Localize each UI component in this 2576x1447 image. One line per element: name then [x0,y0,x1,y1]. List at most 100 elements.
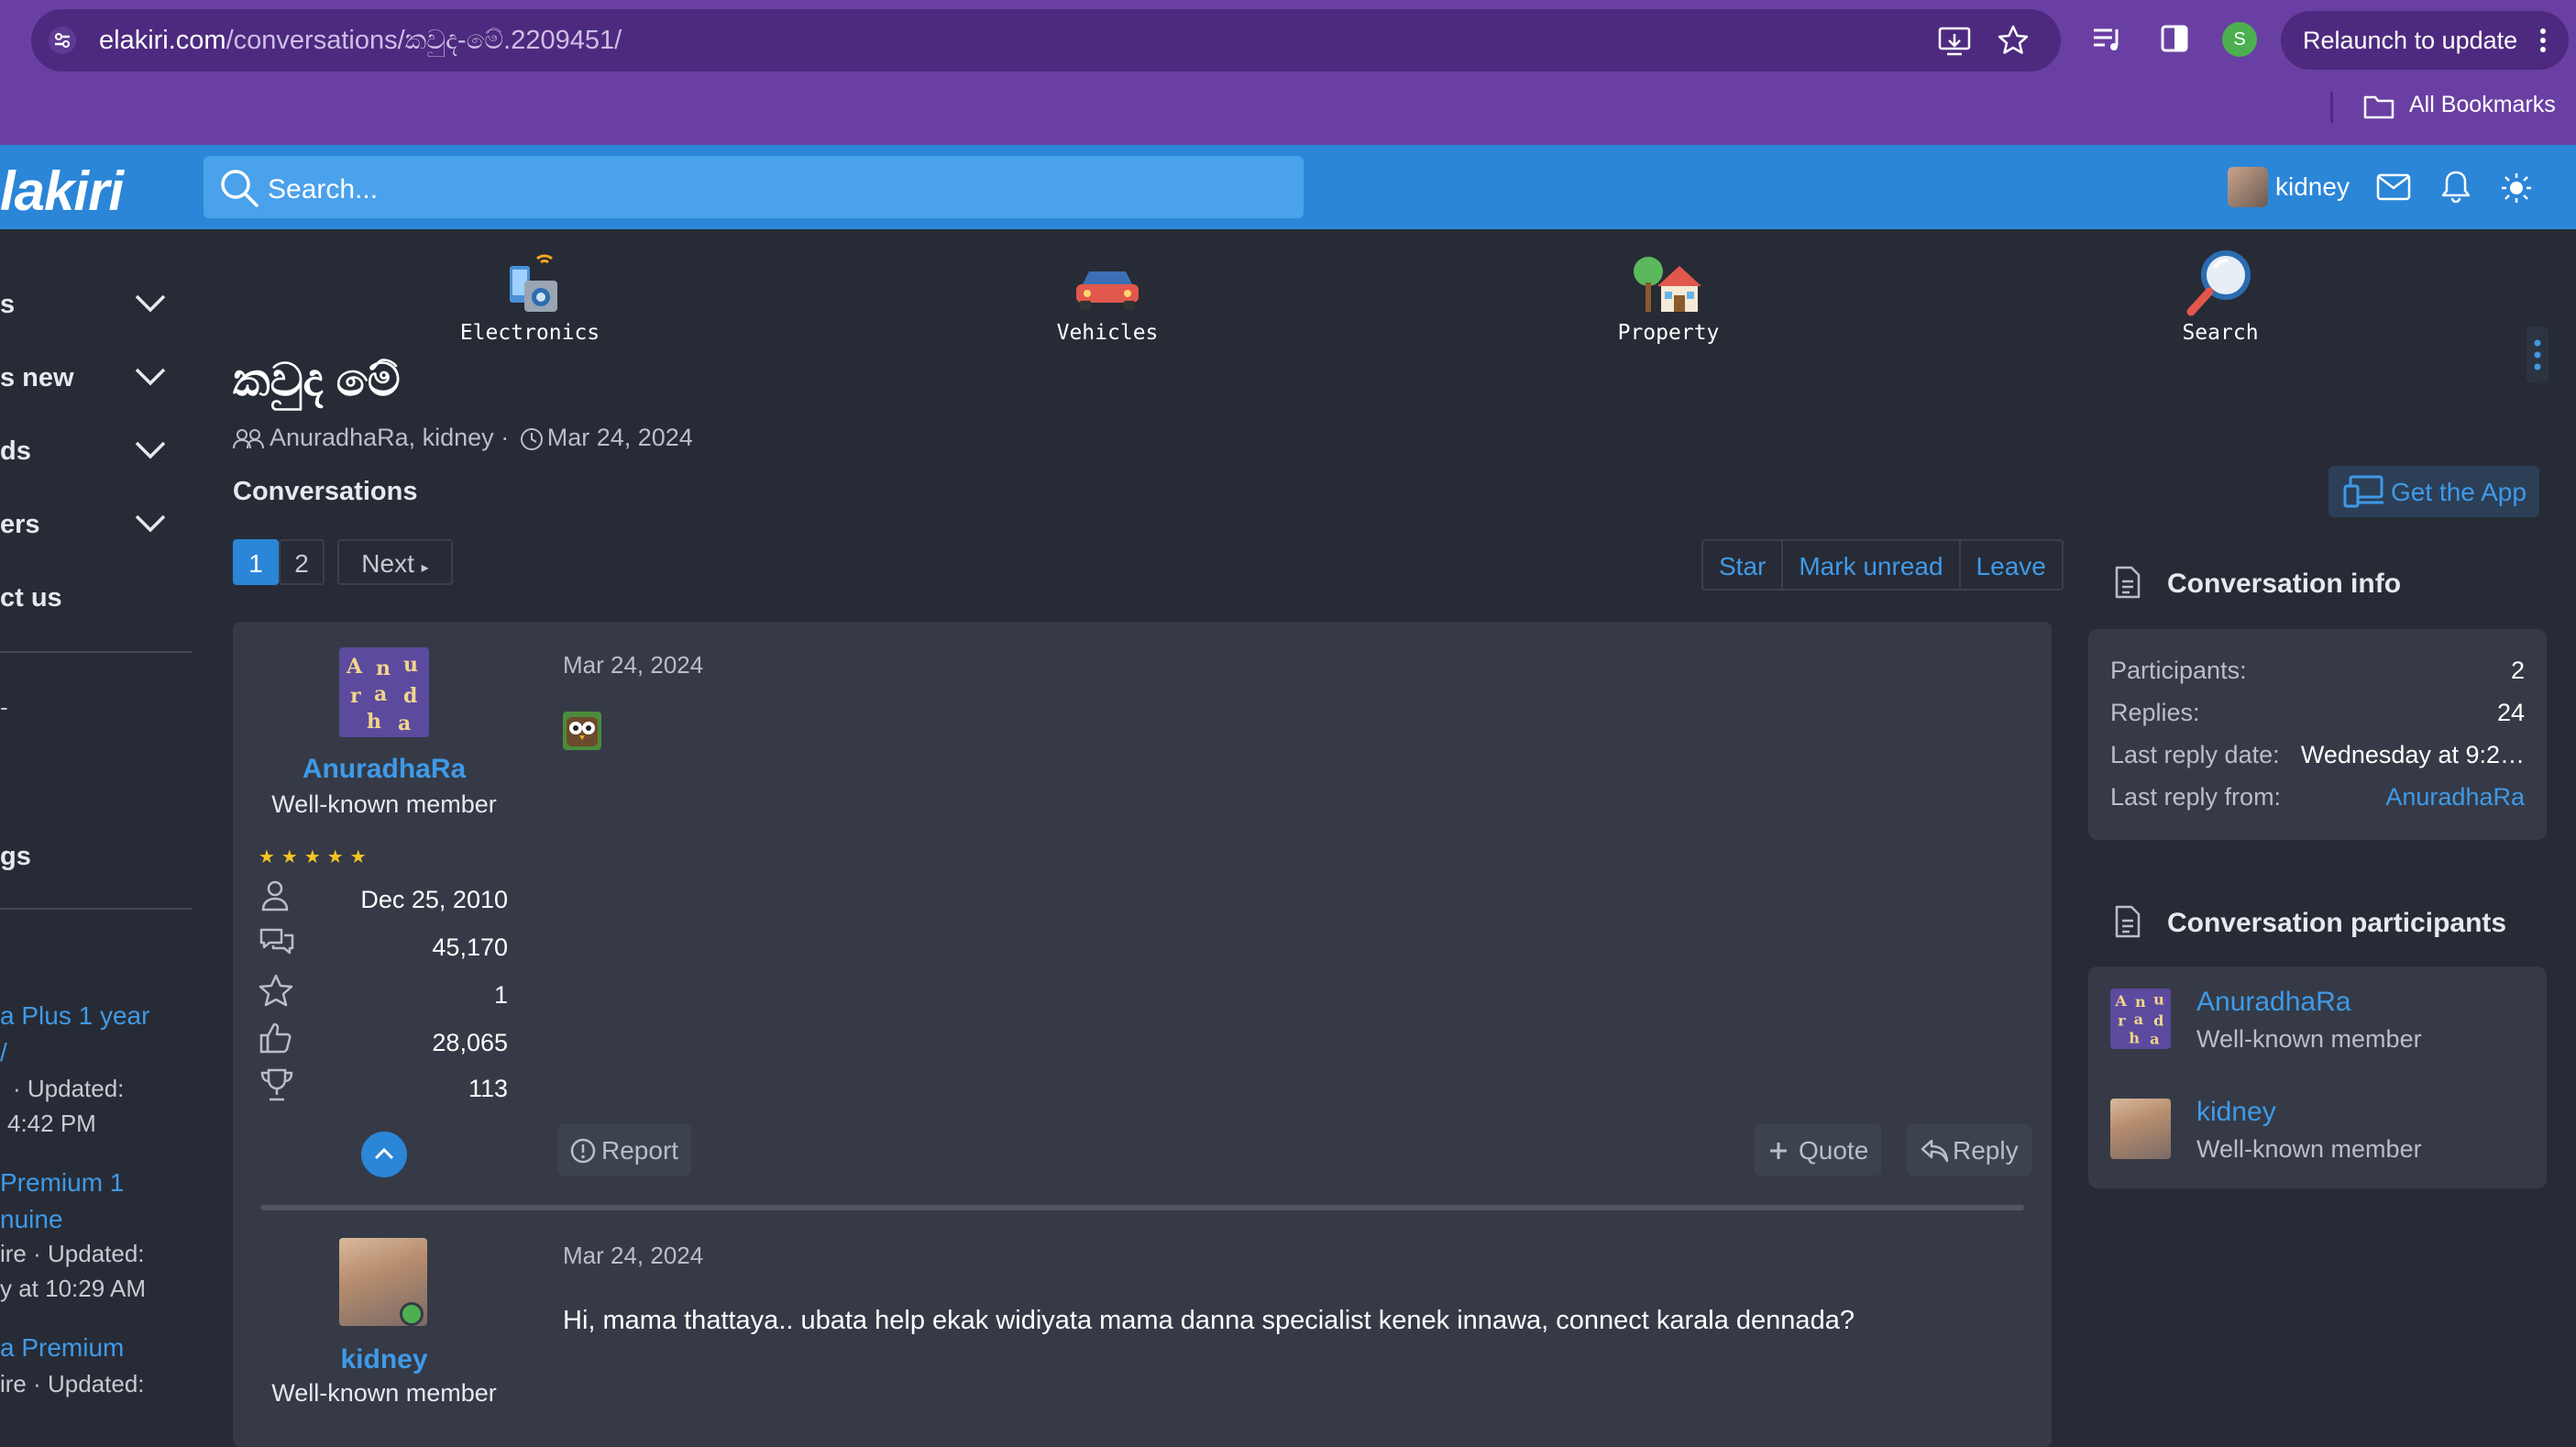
user-avatar[interactable] [2228,167,2268,207]
owl-emoji-image [563,712,601,750]
house-icon [1630,246,1707,319]
participant-avatar[interactable] [2110,1099,2171,1159]
get-the-app-button[interactable]: Get the App [2328,466,2539,517]
chevron-down-icon[interactable] [134,514,167,534]
site-settings-icon[interactable] [48,26,77,55]
message-username[interactable]: AnuradhaRa [260,754,508,785]
svg-text:A: A [2114,992,2127,1010]
participant-name-link[interactable]: kidney [2196,1097,2276,1128]
svg-text:r: r [350,684,361,708]
side-panel-icon[interactable] [2160,24,2189,53]
sidebar-thread-meta: 4:42 PM [7,1110,96,1137]
svg-text:a: a [2134,1011,2144,1028]
message-body: Hi, mama thattaya.. ubata help ekak widi… [563,1306,1855,1335]
collapse-userinfo-button[interactable] [361,1132,407,1177]
sidebar-section-title: gs [0,842,31,871]
quote-button[interactable]: Quote [1755,1124,1882,1176]
profile-avatar[interactable]: S [2222,22,2257,57]
byline-participants[interactable]: AnuradhaRa, kidney [270,424,494,451]
category-label[interactable]: Property [1577,321,1760,345]
chevron-down-icon[interactable] [134,440,167,460]
star-icon [259,974,293,1007]
info-value[interactable]: Wednesday at 9:2… [2301,741,2525,769]
category-property[interactable] [1577,246,1760,324]
folder-icon [2363,94,2394,119]
leave-button[interactable]: Leave [1961,541,2062,589]
user-menu-name[interactable]: kidney [2275,172,2350,202]
avatar[interactable]: Anu rad ha [339,647,429,737]
sidebar-dash: - [0,693,8,721]
address-bar[interactable]: elakiri.com/conversations/කවුද-මේ.220945… [31,9,2061,72]
category-label[interactable]: Electronics [438,321,622,345]
participant-title: Well-known member [2196,1135,2422,1163]
avatar[interactable] [339,1238,427,1326]
sidebar-item-whats-new[interactable]: s new [0,363,74,393]
svg-text:u: u [403,653,418,677]
participant-title: Well-known member [2196,1025,2422,1053]
breadcrumb[interactable]: Conversations [233,477,417,507]
url-text[interactable]: elakiri.com/conversations/කවුද-මේ.220945… [99,26,622,56]
sidebar-thread-meta: ire · Updated: [0,1240,145,1267]
last-reply-user-link[interactable]: AnuradhaRa [2385,783,2525,812]
participant-name-link[interactable]: AnuradhaRa [2196,987,2350,1018]
sidebar-item-ads[interactable]: ds [0,436,31,467]
reply-button[interactable]: Reply [1907,1124,2031,1176]
bell-icon[interactable] [2440,169,2471,204]
chevron-down-icon[interactable] [134,293,167,314]
sidebar-divider [0,908,193,910]
page-title: කවුද මේ [233,354,401,405]
all-bookmarks-button[interactable]: All Bookmarks [2409,92,2556,118]
messages-icon [259,926,295,957]
sidebar-divider [0,651,193,653]
category-vehicles[interactable] [1016,246,1199,324]
svg-text:a: a [398,712,411,735]
bookmark-star-icon[interactable] [1997,24,2030,57]
message-date[interactable]: Mar 24, 2024 [563,651,703,679]
svg-text:a: a [2150,1031,2160,1048]
quote-label: Quote [1799,1136,1869,1165]
media-controls-icon[interactable] [2092,26,2123,53]
next-page-button[interactable]: Next ▸ [337,539,453,585]
message-divider [260,1205,2024,1210]
next-label: Next [361,549,414,578]
participant-avatar[interactable]: Anu rad ha [2110,989,2171,1049]
svg-text:d: d [403,684,417,708]
sidebar-item-forums[interactable]: s [0,290,15,320]
report-button[interactable]: Report [557,1124,692,1176]
theme-toggle-icon[interactable] [2501,172,2532,204]
chevron-down-icon[interactable] [134,367,167,387]
sidebar-thread-link[interactable]: a Plus 1 year [0,1001,149,1031]
caret-right-icon: ▸ [421,560,429,576]
site-logo[interactable]: lakiri [0,160,124,223]
category-search[interactable] [2129,246,2312,324]
category-electronics[interactable] [438,246,622,324]
page-2-button[interactable]: 2 [279,539,325,585]
sidebar-item-members[interactable]: ers [0,510,40,540]
plus-icon [1767,1140,1789,1162]
sidebar-thread-link[interactable]: Premium 1 [0,1168,124,1198]
relaunch-button[interactable]: Relaunch to update [2281,11,2569,70]
mark-unread-button[interactable]: Mark unread [1783,541,1961,589]
search-input[interactable]: Search... [204,156,1304,218]
star-button[interactable]: Star [1703,541,1784,589]
user-title: Well-known member [271,1379,497,1407]
byline-date[interactable]: Mar 24, 2024 [547,424,693,451]
message-username[interactable]: kidney [260,1344,508,1375]
sidebar-thread-link[interactable]: nuine [0,1205,63,1234]
sidebar-item-label: ers [0,510,40,539]
site-header: lakiri Search... kidney [0,145,2576,229]
sidebar-item-contact-us[interactable]: ct us [0,583,62,613]
page-number: 1 [248,549,263,578]
sidebar-thread-link[interactable]: / [0,1038,7,1067]
more-options-button[interactable] [2526,326,2548,383]
kebab-menu-icon[interactable] [2539,28,2547,53]
page-1-button[interactable]: 1 [233,539,279,585]
category-label[interactable]: Search [2129,321,2312,345]
category-label[interactable]: Vehicles [1016,321,1199,345]
report-label: Report [601,1136,679,1165]
sidebar-thread-meta: · Updated: [13,1075,125,1102]
install-app-icon[interactable] [1938,26,1971,57]
sidebar-thread-link[interactable]: a Premium [0,1333,124,1363]
inbox-icon[interactable] [2376,172,2411,202]
message-date[interactable]: Mar 24, 2024 [563,1242,703,1270]
